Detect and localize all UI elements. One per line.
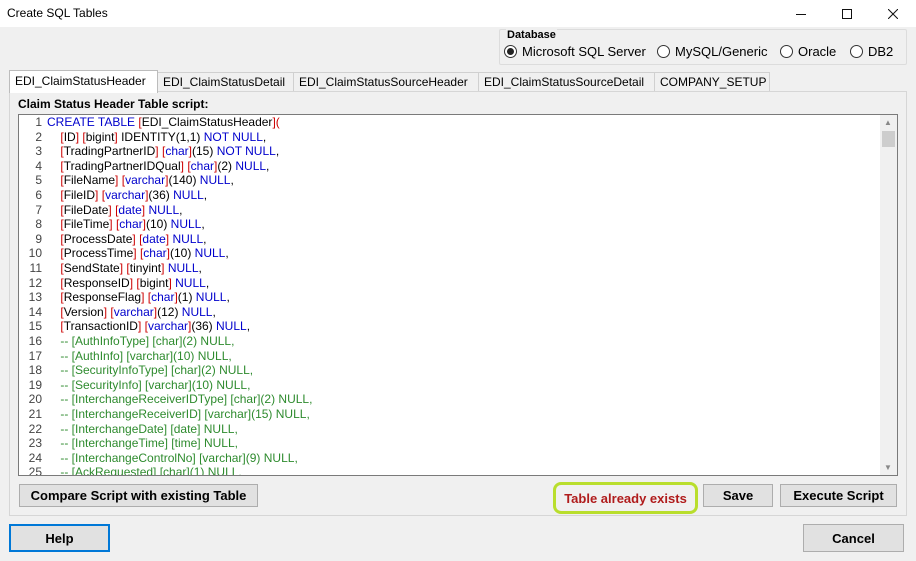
code-text: [ProcessDate] [date] NULL, xyxy=(60,231,207,246)
line-number: 20 xyxy=(28,392,42,407)
line-number: 17 xyxy=(28,348,42,363)
tab-claim-status-source-detail[interactable]: EDI_ClaimStatusSourceDetail xyxy=(478,72,655,92)
code-text: -- [InterchangeReceiverIDType] [char](2)… xyxy=(60,392,313,407)
code-text: [ResponseID] [bigint] NULL, xyxy=(60,275,210,290)
line-number: 19 xyxy=(28,377,42,392)
script-editor[interactable]: 1 CREATE TABLE [EDI_ClaimStatusHeader](2 … xyxy=(18,114,898,476)
scroll-up-icon[interactable]: ▲ xyxy=(884,118,892,127)
code-text: [TransactionID] [varchar](36) NULL, xyxy=(60,319,251,334)
radio-unchecked-icon xyxy=(850,45,863,58)
code-text: -- [InterchangeControlNo] [varchar](9) N… xyxy=(60,450,298,465)
code-text: -- [InterchangeTime] [time] NULL, xyxy=(60,436,238,451)
code-text: [SendState] [tinyint] NULL, xyxy=(60,261,202,275)
radio-db2[interactable]: DB2 xyxy=(850,44,893,59)
line-number: 14 xyxy=(28,304,42,319)
line-number: 15 xyxy=(28,319,42,334)
line-number: 18 xyxy=(28,363,42,378)
line-number: 16 xyxy=(28,334,42,348)
radio-oracle[interactable]: Oracle xyxy=(780,44,836,59)
line-number: 12 xyxy=(28,275,42,290)
line-number: 24 xyxy=(28,450,42,465)
code-text: [FileID] [varchar](36) NULL, xyxy=(60,188,208,202)
radio-unchecked-icon xyxy=(780,45,793,58)
scroll-down-icon[interactable]: ▼ xyxy=(884,463,892,472)
tab-company-setup[interactable]: COMPANY_SETUP xyxy=(654,72,770,92)
line-number: 2 xyxy=(35,129,42,144)
line-number: 4 xyxy=(35,158,42,173)
code-text: [FileTime] [char](10) NULL, xyxy=(60,217,205,232)
vertical-scrollbar[interactable]: ▲ ▼ xyxy=(880,115,897,475)
code-text: -- [AuthInfo] [varchar](10) NULL, xyxy=(60,348,232,363)
scrollbar-thumb[interactable] xyxy=(882,131,895,147)
line-number: 8 xyxy=(35,217,42,232)
radio-label: MySQL/Generic xyxy=(675,44,768,59)
minimize-button[interactable] xyxy=(778,0,824,27)
line-number: 25 xyxy=(28,465,42,476)
line-number: 5 xyxy=(35,173,42,188)
line-number: 1 xyxy=(35,115,42,129)
code-text: [ResponseFlag] [char](1) NULL, xyxy=(60,290,230,305)
line-number: 3 xyxy=(35,144,42,159)
code-text: [Version] [varchar](12) NULL, xyxy=(60,304,216,319)
close-button[interactable] xyxy=(870,0,916,27)
code-text: [ProcessTime] [char](10) NULL, xyxy=(60,246,229,261)
code-text: -- [InterchangeReceiverID] [varchar](15)… xyxy=(60,407,310,421)
radio-label: Oracle xyxy=(798,44,837,59)
code-text: CREATE TABLE [EDI_ClaimStatusHeader]( xyxy=(47,115,280,129)
title-bar: Create SQL Tables xyxy=(0,0,916,27)
database-group: Database Microsoft SQL Server MySQL/Gene… xyxy=(499,29,907,65)
status-highlight: Table already exists xyxy=(553,482,698,514)
window-title: Create SQL Tables xyxy=(7,6,108,20)
line-number: 21 xyxy=(28,407,42,421)
tab-claim-status-detail[interactable]: EDI_ClaimStatusDetail xyxy=(157,72,294,92)
code-text: [TradingPartnerID] [char](15) NOT NULL, xyxy=(60,144,280,159)
minimize-icon xyxy=(796,13,806,15)
code-text: [FileName] [varchar](140) NULL, xyxy=(60,173,234,188)
radio-label: DB2 xyxy=(868,44,894,59)
radio-mysql[interactable]: MySQL/Generic xyxy=(657,44,767,59)
help-button[interactable]: Help xyxy=(9,524,110,552)
tab-claim-status-source-header[interactable]: EDI_ClaimStatusSourceHeader xyxy=(293,72,479,92)
code-text: -- [InterchangeDate] [date] NULL, xyxy=(60,421,238,436)
table-status-text: Table already exists xyxy=(564,490,687,506)
script-label: Claim Status Header Table script: xyxy=(18,97,209,111)
radio-mssql[interactable]: Microsoft SQL Server xyxy=(504,44,646,59)
close-icon xyxy=(888,8,898,19)
maximize-button[interactable] xyxy=(824,0,870,27)
compare-script-button[interactable]: Compare Script with existing Table xyxy=(19,484,258,507)
line-number: 10 xyxy=(28,246,42,261)
code-text: -- [AuthInfoType] [char](2) NULL, xyxy=(60,334,235,348)
code-text: -- [SecurityInfo] [varchar](10) NULL, xyxy=(60,377,251,392)
line-number: 23 xyxy=(28,436,42,451)
code-text: -- [AckRequested] [char](1) NULL, xyxy=(60,465,242,476)
line-number: 11 xyxy=(29,261,42,275)
code-text: [FileDate] [date] NULL, xyxy=(60,202,183,217)
cancel-button[interactable]: Cancel xyxy=(803,524,904,552)
line-number: 7 xyxy=(35,202,42,217)
tab-claim-status-header[interactable]: EDI_ClaimStatusHeader xyxy=(9,70,158,93)
radio-unchecked-icon xyxy=(657,45,670,58)
code-text: -- [SecurityInfoType] [char](2) NULL, xyxy=(60,363,254,378)
database-group-label: Database xyxy=(506,29,557,41)
code-text: [TradingPartnerIDQual] [char](2) NULL, xyxy=(60,158,270,173)
radio-checked-icon xyxy=(504,45,517,58)
radio-label: Microsoft SQL Server xyxy=(522,44,646,59)
save-button[interactable]: Save xyxy=(703,484,773,507)
line-number: 9 xyxy=(35,231,42,246)
line-number: 13 xyxy=(28,290,42,305)
line-number: 6 xyxy=(35,188,42,202)
line-number: 22 xyxy=(28,421,42,436)
code-text: [ID] [bigint] IDENTITY(1,1) NOT NULL, xyxy=(60,129,267,144)
execute-script-button[interactable]: Execute Script xyxy=(780,484,897,507)
maximize-icon xyxy=(842,8,852,19)
